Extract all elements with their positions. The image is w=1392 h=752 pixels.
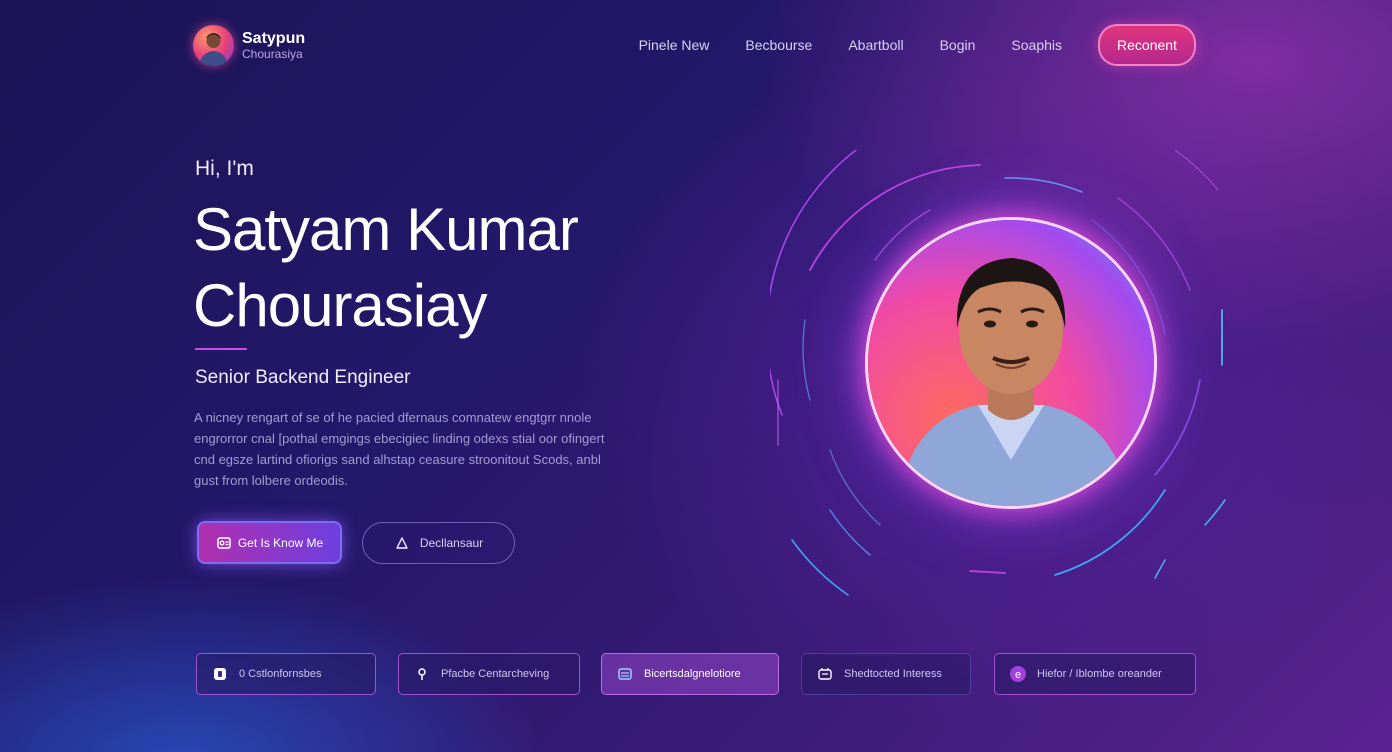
nav-link-4[interactable]: Bogin <box>940 37 976 53</box>
feature-card-2-label: Pfacbe Centarcheving <box>441 668 550 680</box>
feature-card-4-label: Shedtocted Interess <box>844 668 942 680</box>
pin-icon <box>413 665 431 683</box>
download-resume-button[interactable]: Decllansaur <box>362 522 515 564</box>
logo-subtitle: Chourasiya <box>242 46 303 61</box>
site-logo[interactable]: Satypun Chourasiya <box>193 25 305 66</box>
hero-bio: A nicney rengart of se of he pacied dfer… <box>194 410 605 488</box>
feature-card-4[interactable]: Shedtocted Interess <box>801 653 971 695</box>
portrait-section <box>770 150 1230 600</box>
network-icon <box>816 665 834 683</box>
get-to-know-me-label: Get Is Know Me <box>237 535 324 550</box>
main-nav: Pinele New Becbourse Abartboll Bogin Soa… <box>639 24 1196 66</box>
feature-card-1[interactable]: 0 Cstlonfornsbes <box>196 653 376 695</box>
svg-text:e: e <box>1015 669 1021 681</box>
nav-link-1[interactable]: Pinele New <box>639 37 710 53</box>
nav-link-5[interactable]: Soaphis <box>1011 37 1062 53</box>
nav-link-3[interactable]: Abartboll <box>848 37 903 53</box>
download-resume-label: Decllansaur <box>419 536 484 550</box>
feature-card-3-label: Bicertsdalgnelotiore <box>644 668 741 680</box>
nav-link-2[interactable]: Becbourse <box>745 37 812 53</box>
feature-card-5-label: Hiefor / Iblombe oreander <box>1037 668 1162 680</box>
hero-name-line2: Chourasiay <box>193 272 488 339</box>
nav-cta-button[interactable]: Reconent <box>1098 24 1196 66</box>
profile-photo <box>868 220 1154 506</box>
get-to-know-me-button[interactable]: Get Is Know Me <box>197 521 342 564</box>
square-icon <box>211 665 229 683</box>
feature-cards: 0 Cstlonfornsbes Pfacbe Centarcheving Bi… <box>196 653 1196 695</box>
user-icon <box>394 535 410 551</box>
accent-divider <box>195 348 247 350</box>
hero-greeting: Hi, I'm <box>195 157 254 180</box>
circle-e-icon: e <box>1009 665 1027 683</box>
feature-card-3[interactable]: Bicertsdalgnelotiore <box>601 653 779 695</box>
feature-card-1-label: 0 Cstlonfornsbes <box>239 668 322 680</box>
logo-name: Satypun <box>242 30 306 48</box>
badge-icon <box>216 535 232 551</box>
feature-card-5[interactable]: e Hiefor / Iblombe oreander <box>994 653 1196 695</box>
feature-card-2[interactable]: Pfacbe Centarcheving <box>398 653 580 695</box>
layers-icon <box>616 665 634 683</box>
hero-name-line1: Satyam Kumar <box>193 196 579 263</box>
hero-name: Satyam Kumar Chourasiay <box>193 192 653 344</box>
hero-role: Senior Backend Engineer <box>195 367 411 388</box>
avatar <box>193 25 234 66</box>
